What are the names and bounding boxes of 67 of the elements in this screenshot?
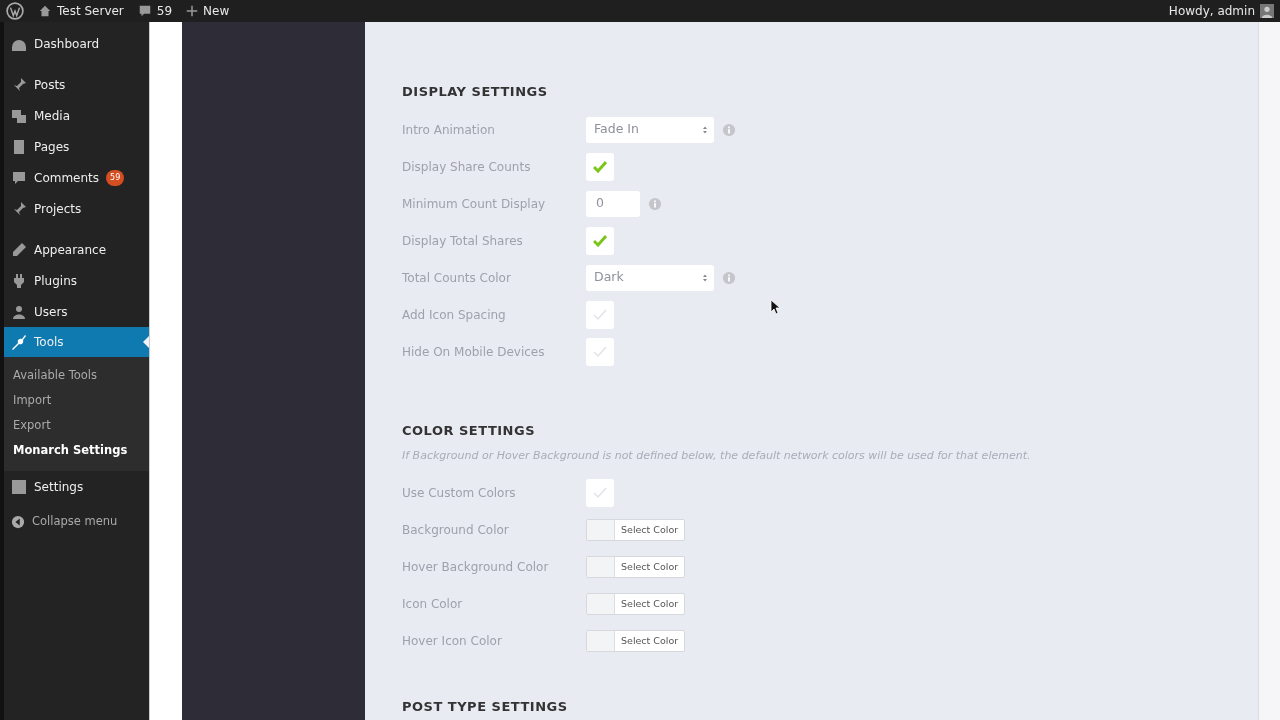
mouse-cursor-icon bbox=[770, 299, 780, 315]
updown-arrow-icon bbox=[701, 124, 709, 135]
new-link[interactable]: New bbox=[203, 2, 230, 20]
wordpress-logo-icon bbox=[6, 2, 24, 20]
site-link[interactable]: Test Server bbox=[57, 2, 124, 20]
field-label: Add Icon Spacing bbox=[402, 306, 507, 324]
menu-item[interactable]: Posts bbox=[4, 69, 149, 100]
menu-item[interactable]: Appearance bbox=[4, 234, 149, 265]
updown-arrow-icon bbox=[701, 272, 709, 283]
settings-icon bbox=[11, 478, 27, 495]
pages-icon bbox=[11, 138, 27, 155]
field-label: Total Counts Color bbox=[402, 269, 512, 287]
menu-item[interactable]: Plugins bbox=[4, 265, 149, 296]
user-icon bbox=[11, 303, 27, 320]
comment-icon bbox=[11, 169, 27, 186]
collapse-icon bbox=[11, 514, 25, 529]
submenu-item[interactable]: Monarch Settings bbox=[4, 438, 149, 463]
menu-item[interactable]: Dashboard bbox=[4, 28, 149, 59]
color-picker-button[interactable]: Select Color bbox=[586, 592, 686, 615]
plus-icon bbox=[186, 5, 199, 17]
field-label: Hover Background Color bbox=[402, 558, 550, 576]
menu-item[interactable]: Settings bbox=[4, 471, 149, 502]
menu-item[interactable]: Projects bbox=[4, 193, 149, 224]
brush-icon bbox=[11, 241, 27, 258]
greeting-link[interactable]: Howdy, admin bbox=[1168, 2, 1255, 20]
field-label: Display Share Counts bbox=[402, 158, 532, 176]
comment-icon bbox=[137, 4, 152, 18]
field-label: Display Total Shares bbox=[402, 232, 524, 250]
plug-icon bbox=[11, 272, 27, 289]
menu-item[interactable]: Tools bbox=[4, 327, 149, 357]
field-label: Minimum Count Display bbox=[402, 195, 547, 213]
submenu-item[interactable]: Export bbox=[4, 413, 149, 438]
checkbox[interactable] bbox=[586, 478, 614, 507]
menu-item[interactable]: Pages bbox=[4, 131, 149, 162]
field-label: Background Color bbox=[402, 521, 510, 539]
check-icon bbox=[593, 486, 607, 499]
checkbox[interactable] bbox=[586, 337, 614, 366]
section-heading: DISPLAY SETTINGS bbox=[402, 84, 549, 100]
color-picker-button[interactable]: Select Color bbox=[586, 518, 686, 541]
home-icon bbox=[38, 4, 52, 18]
submenu-item[interactable]: Available Tools bbox=[4, 363, 149, 388]
checkbox[interactable] bbox=[586, 300, 614, 329]
avatar-icon bbox=[1260, 4, 1274, 18]
field-label: Hide On Mobile Devices bbox=[402, 343, 546, 361]
checkbox[interactable] bbox=[586, 226, 614, 255]
submenu-item[interactable]: Import bbox=[4, 388, 149, 413]
section-heading: COLOR SETTINGS bbox=[402, 423, 537, 439]
color-picker-button[interactable]: Select Color bbox=[586, 555, 686, 578]
field-label: Intro Animation bbox=[402, 121, 496, 139]
section-note: If Background or Hover Background is not defined below, the default network colors will be used for that element. bbox=[402, 449, 1032, 463]
field-label: Use Custom Colors bbox=[402, 484, 517, 502]
menu-item[interactable]: Media bbox=[4, 100, 149, 131]
media-icon bbox=[11, 107, 27, 124]
check-icon bbox=[593, 160, 607, 173]
menu-item[interactable]: Comments 59 bbox=[4, 162, 149, 193]
comment-count-badge: 59 bbox=[106, 169, 125, 186]
collapse-menu-button[interactable]: Collapse menu bbox=[4, 506, 149, 537]
color-picker-button[interactable]: Select Color bbox=[586, 629, 686, 652]
comment-count[interactable]: 59 bbox=[156, 2, 173, 20]
check-icon bbox=[593, 308, 607, 321]
section-heading: POST TYPE SETTINGS bbox=[402, 699, 569, 715]
menu-item[interactable]: Users bbox=[4, 296, 149, 327]
check-icon bbox=[593, 234, 607, 247]
checkbox[interactable] bbox=[586, 152, 614, 181]
field-label: Hover Icon Color bbox=[402, 632, 503, 650]
field-label: Icon Color bbox=[402, 595, 464, 613]
check-icon bbox=[593, 345, 607, 358]
